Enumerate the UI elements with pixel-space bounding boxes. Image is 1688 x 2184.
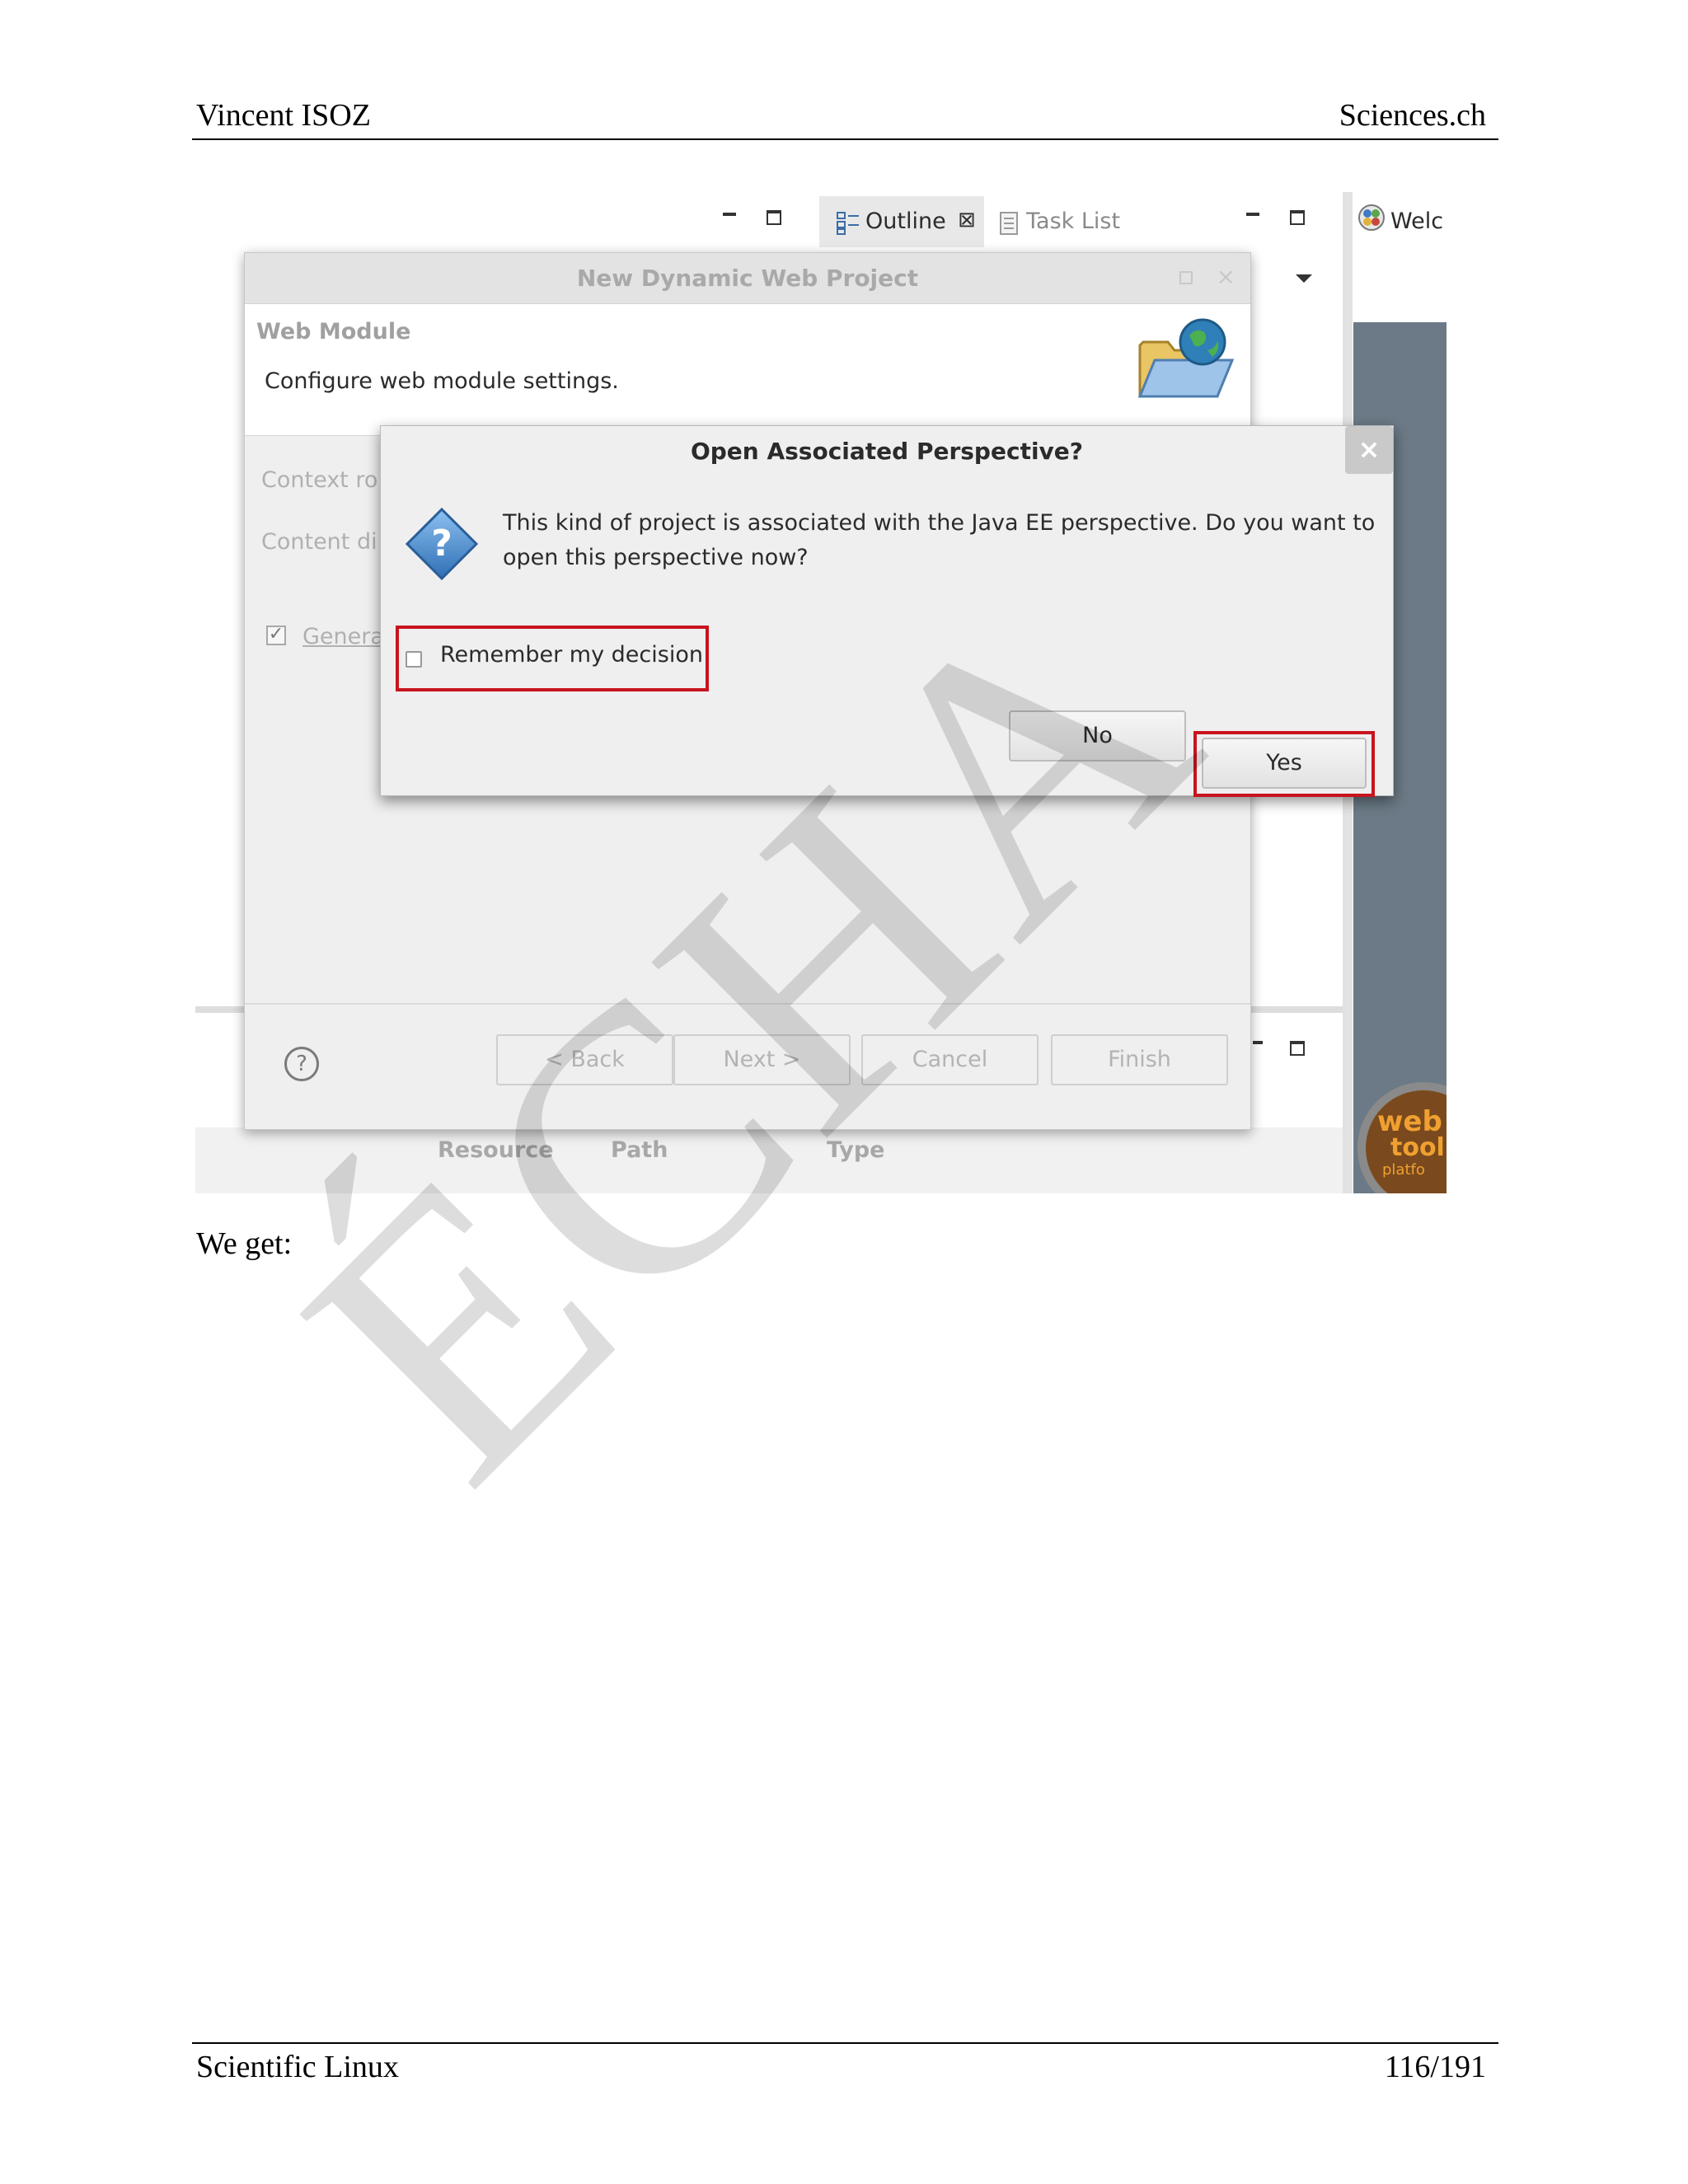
minimize-icon[interactable] <box>1253 1041 1263 1044</box>
wizard-section-title: Web Module <box>256 319 411 344</box>
maximize-icon[interactable] <box>1290 1041 1305 1056</box>
logo-text-2: tool <box>1390 1133 1445 1162</box>
outline-icon <box>837 212 859 235</box>
minimize-icon[interactable] <box>1246 213 1259 216</box>
question-icon: ? <box>405 507 479 581</box>
tab-task-list-label: Task List <box>1026 209 1121 234</box>
tab-outline[interactable]: Outline ⊠ <box>819 196 984 247</box>
remember-decision-checkbox[interactable] <box>406 651 422 668</box>
close-icon[interactable]: × <box>1345 426 1393 474</box>
content-directory-label: Content di <box>261 529 377 555</box>
wizard-titlebar: New Dynamic Web Project × <box>245 253 1250 304</box>
finish-button[interactable]: Finish <box>1051 1034 1228 1085</box>
footer-title: Scientific Linux <box>196 2050 399 2084</box>
svg-text:?: ? <box>431 523 452 565</box>
help-icon[interactable]: ? <box>284 1047 319 1081</box>
wizard-header: Web Module Configure web module settings… <box>245 304 1250 436</box>
generate-checkbox[interactable]: ✓ <box>266 626 286 645</box>
wizard-description: Configure web module settings. <box>265 368 619 394</box>
wizard-maximize-icon[interactable] <box>1179 271 1193 284</box>
generate-label: Genera <box>302 624 384 649</box>
tab-welcome-label[interactable]: Welc <box>1390 209 1443 234</box>
header-site: Sciences.ch <box>1339 98 1486 133</box>
tab-outline-label: Outline <box>865 209 946 234</box>
dialog-title: Open Associated Perspective? <box>690 438 1084 465</box>
close-icon[interactable]: ⊠ <box>958 208 976 232</box>
context-root-label: Context ro <box>261 467 378 493</box>
header-rule <box>192 138 1498 140</box>
header-author: Vincent ISOZ <box>196 98 371 133</box>
maximize-icon[interactable] <box>767 210 781 225</box>
tab-task-list[interactable]: Task List <box>999 196 1164 247</box>
page-number: 116/191 <box>1384 2050 1486 2084</box>
body-text: We get: <box>196 1226 293 1261</box>
task-list-icon <box>1000 212 1018 235</box>
logo-text-3: platfo <box>1382 1161 1425 1179</box>
welcome-icon <box>1358 204 1385 231</box>
minimize-icon[interactable] <box>723 213 736 216</box>
maximize-icon[interactable] <box>1290 210 1305 225</box>
web-project-folder-icon <box>1137 318 1234 398</box>
footer-rule <box>192 2042 1498 2044</box>
remember-decision-label: Remember my decision <box>440 642 703 668</box>
view-menu-chevron-icon[interactable] <box>1296 274 1312 283</box>
wizard-title: New Dynamic Web Project <box>576 265 919 292</box>
wizard-close-icon[interactable]: × <box>1217 263 1236 290</box>
